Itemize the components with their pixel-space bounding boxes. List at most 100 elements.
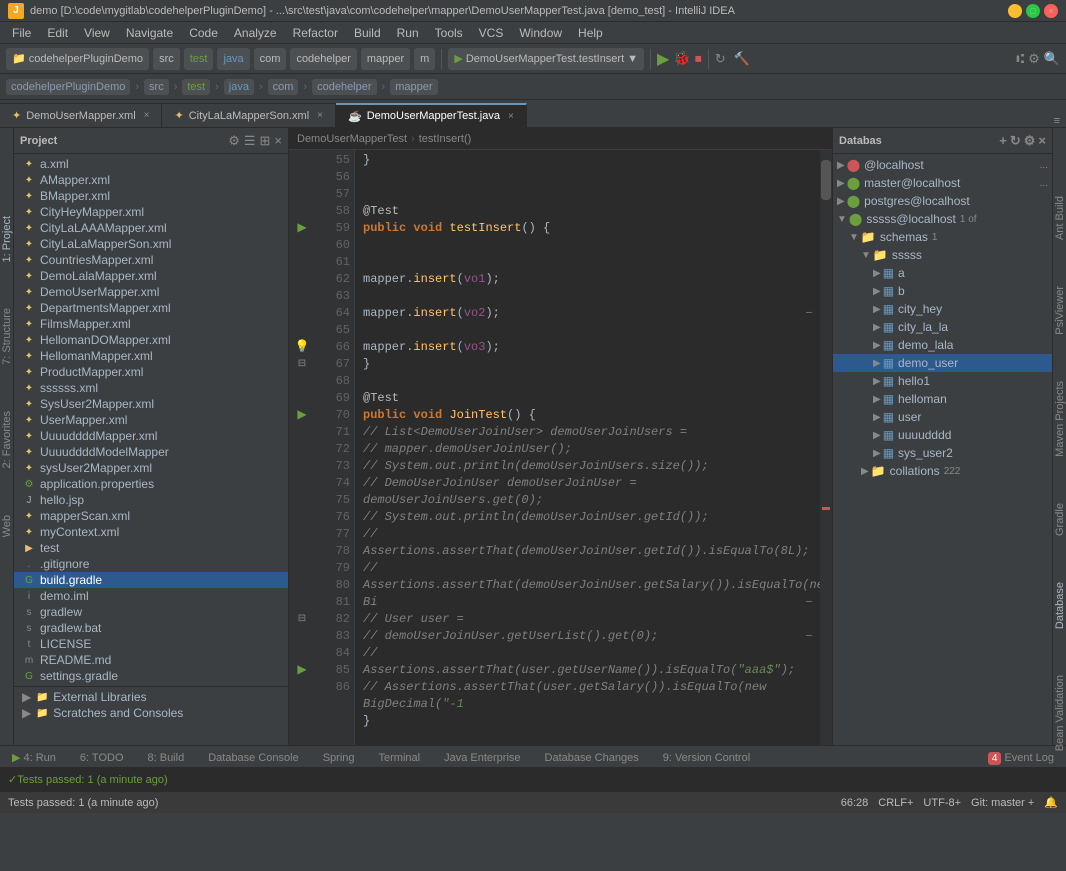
side-label-ant[interactable]: Ant Build xyxy=(1052,188,1066,248)
scrollbar-right[interactable] xyxy=(820,150,832,745)
tree-item-build-gradle[interactable]: Gbuild.gradle xyxy=(14,572,288,588)
tree-item-user-xml[interactable]: ✦UserMapper.xml xyxy=(14,412,288,428)
tree-item-gradlew-bat[interactable]: sgradlew.bat xyxy=(14,620,288,636)
db-item-schemas[interactable]: ▼ 📁 schemas 1 xyxy=(833,228,1052,246)
tree-item-ssssss-xml[interactable]: ✦ssssss.xml xyxy=(14,380,288,396)
toolbar-mapper[interactable]: mapper xyxy=(361,48,410,70)
minimize-button[interactable]: – xyxy=(1008,4,1022,18)
tab-close-3[interactable]: × xyxy=(508,111,514,122)
gutter-70-run[interactable]: ▶ xyxy=(297,407,306,424)
tree-item-ext-libs[interactable]: ▶📁External Libraries xyxy=(14,689,288,705)
db-item-table-sysuser2[interactable]: ▶ ▦ sys_user2 xyxy=(833,444,1052,462)
tree-item-product-xml[interactable]: ✦ProductMapper.xml xyxy=(14,364,288,380)
tree-item-a-xml[interactable]: ✦a.xml xyxy=(14,156,288,172)
side-label-structure[interactable]: 7: Structure xyxy=(0,300,15,373)
tree-item-departments-xml[interactable]: ✦DepartmentsMapper.xml xyxy=(14,300,288,316)
tree-item-sysuser2lower-xml[interactable]: ✦sysUser2Mapper.xml xyxy=(14,460,288,476)
run-button[interactable]: ▶ xyxy=(657,49,669,69)
tree-item-gitignore[interactable]: ..gitignore xyxy=(14,556,288,572)
side-label-psiviewer[interactable]: PsiViewer xyxy=(1052,278,1066,343)
toolbar-java[interactable]: java xyxy=(217,48,249,70)
menu-view[interactable]: View xyxy=(76,24,118,42)
side-label-beanvalidation[interactable]: Bean Validation xyxy=(1052,667,1066,759)
stop-button[interactable]: ⏹ xyxy=(695,50,702,67)
db-settings-icon[interactable]: ⚙ xyxy=(1024,133,1036,149)
menu-edit[interactable]: Edit xyxy=(39,24,76,42)
db-item-master[interactable]: ▶ ⬤ master@localhost ... xyxy=(833,174,1052,192)
nav-codehelper[interactable]: codehelperPluginDemo xyxy=(6,79,130,95)
tree-item-amapper-xml[interactable]: ✦AMapper.xml xyxy=(14,172,288,188)
menu-file[interactable]: File xyxy=(4,24,39,42)
sidebar-icon-close[interactable]: × xyxy=(274,133,282,149)
status-charset[interactable]: UTF-8+ xyxy=(923,797,961,809)
btab-build[interactable]: 8: Build xyxy=(136,749,197,767)
code-content[interactable]: } @Test public void testInsert() { mappe… xyxy=(355,150,820,745)
tree-item-countries-xml[interactable]: ✦CountriesMapper.xml xyxy=(14,252,288,268)
side-label-project[interactable]: 1: Project xyxy=(0,208,15,270)
nav-mapper[interactable]: mapper xyxy=(390,79,437,95)
btab-terminal[interactable]: Terminal xyxy=(367,749,433,767)
toolbar-project[interactable]: 📁 codehelperPluginDemo xyxy=(6,48,149,70)
tree-item-citylalason-xml[interactable]: ✦CityLaLaMapperSon.xml xyxy=(14,236,288,252)
btab-dbchanges[interactable]: Database Changes xyxy=(533,749,651,767)
gutter-85-run[interactable]: ▶ xyxy=(297,662,306,679)
tree-item-helloando-xml[interactable]: ✦HellomanDOMapper.xml xyxy=(14,332,288,348)
search-everywhere-icon[interactable]: 🔍 xyxy=(1044,51,1060,67)
db-item-table-cityhey[interactable]: ▶ ▦ city_hey xyxy=(833,300,1052,318)
tab-citylala-xml[interactable]: ✦ CityLaLaMapperSon.xml × xyxy=(162,103,336,127)
tree-item-hello-jsp[interactable]: Jhello.jsp xyxy=(14,492,288,508)
btab-dbconsole[interactable]: Database Console xyxy=(196,749,311,767)
db-item-table-citylala[interactable]: ▶ ▦ city_la_la xyxy=(833,318,1052,336)
db-item-sssss-schema[interactable]: ▼ 📁 sssss xyxy=(833,246,1052,264)
status-encoding[interactable]: CRLF+ xyxy=(878,797,913,809)
btab-todo[interactable]: 6: TODO xyxy=(68,749,136,767)
db-item-table-user[interactable]: ▶ ▦ user xyxy=(833,408,1052,426)
nav-com[interactable]: com xyxy=(268,79,299,95)
tree-item-license[interactable]: tLICENSE xyxy=(14,636,288,652)
tree-item-settings-gradle[interactable]: Gsettings.gradle xyxy=(14,668,288,684)
db-item-table-uuuudddd[interactable]: ▶ ▦ uuuudddd xyxy=(833,426,1052,444)
db-item-postgres[interactable]: ▶ ⬤ postgres@localhost xyxy=(833,192,1052,210)
maximize-button[interactable]: □ xyxy=(1026,4,1040,18)
tab-demousermappertest-java[interactable]: ☕ DemoUserMapperTest.java × xyxy=(336,103,527,127)
tree-item-uuuudddd-xml[interactable]: ✦UuuuddddMapper.xml xyxy=(14,428,288,444)
btab-spring[interactable]: Spring xyxy=(311,749,367,767)
update-button[interactable]: ↻ xyxy=(715,51,726,67)
tree-item-readme[interactable]: mREADME.md xyxy=(14,652,288,668)
toolbar-m[interactable]: m xyxy=(414,48,435,70)
menu-analyze[interactable]: Analyze xyxy=(226,24,285,42)
build-button[interactable]: 🔨 xyxy=(734,51,750,67)
tree-item-gradlew[interactable]: sgradlew xyxy=(14,604,288,620)
menu-window[interactable]: Window xyxy=(511,24,570,42)
menu-refactor[interactable]: Refactor xyxy=(285,24,346,42)
tab-close-2[interactable]: × xyxy=(317,110,323,121)
menu-code[interactable]: Code xyxy=(181,24,226,42)
tree-item-uuuuddddmodel-xml[interactable]: ✦UuuuddddModelMapper xyxy=(14,444,288,460)
run-config-selector[interactable]: ▶ DemoUserMapperTest.testInsert ▼ xyxy=(448,48,644,70)
menu-vcs[interactable]: VCS xyxy=(471,24,512,42)
tree-item-cityheymapper-xml[interactable]: ✦CityHeyMapper.xml xyxy=(14,204,288,220)
tree-item-scratches[interactable]: ▶📁Scratches and Consoles xyxy=(14,705,288,721)
tab-demousermapper-xml[interactable]: ✦ DemoUserMapper.xml × xyxy=(0,103,162,127)
tree-item-demolala-xml[interactable]: ✦DemoLalaMapper.xml xyxy=(14,268,288,284)
tree-item-demouser-xml[interactable]: ✦DemoUserMapper.xml xyxy=(14,284,288,300)
tab-close-1[interactable]: × xyxy=(144,110,150,121)
menu-run[interactable]: Run xyxy=(389,24,427,42)
tree-item-bmapper-xml[interactable]: ✦BMapper.xml xyxy=(14,188,288,204)
tree-item-test-folder[interactable]: ▶test xyxy=(14,540,288,556)
db-refresh-icon[interactable]: ↻ xyxy=(1010,133,1021,149)
btab-vcs[interactable]: 9: Version Control xyxy=(651,749,762,767)
db-item-table-hello1[interactable]: ▶ ▦ hello1 xyxy=(833,372,1052,390)
tree-item-citylalaaa-xml[interactable]: ✦CityLaLAAAMapper.xml xyxy=(14,220,288,236)
side-label-favorites[interactable]: 2: Favorites xyxy=(0,403,15,476)
tree-item-mycontext-xml[interactable]: ✦myContext.xml xyxy=(14,524,288,540)
tabs-overflow[interactable]: ≡ xyxy=(1054,115,1066,127)
side-label-maven[interactable]: Maven Projects xyxy=(1052,373,1066,465)
side-label-gradle[interactable]: Gradle xyxy=(1052,495,1066,544)
menu-tools[interactable]: Tools xyxy=(427,24,471,42)
toolbar-com[interactable]: com xyxy=(254,48,287,70)
status-notifications[interactable]: 🔔 xyxy=(1044,796,1058,809)
tree-item-demo-iml[interactable]: idemo.iml xyxy=(14,588,288,604)
nav-codehelper2[interactable]: codehelper xyxy=(312,79,376,95)
git-icon[interactable]: ⑆ xyxy=(1016,51,1024,67)
